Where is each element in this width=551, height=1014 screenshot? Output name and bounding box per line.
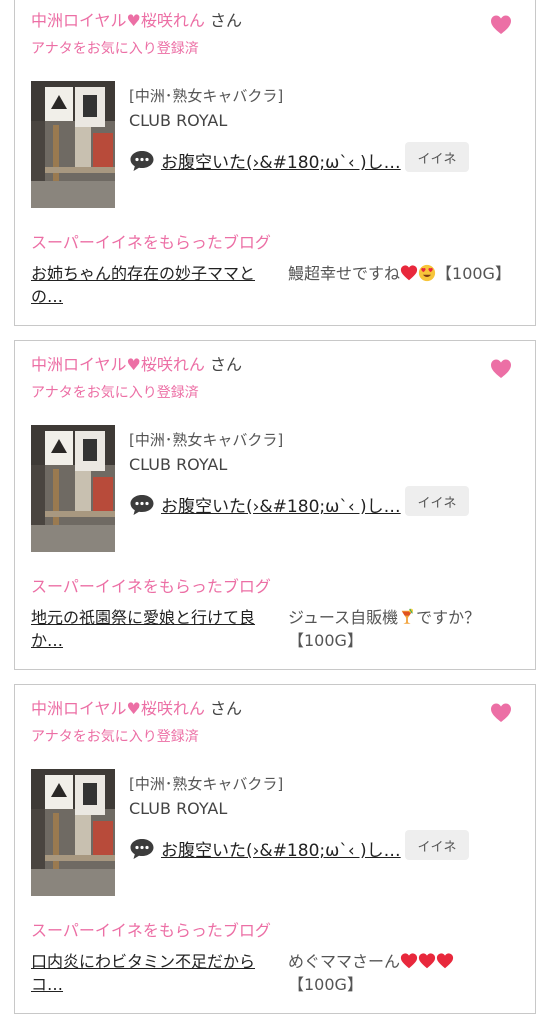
comment-reward: 【100G】 bbox=[436, 264, 511, 283]
shop-name[interactable]: CLUB ROYAL bbox=[129, 455, 227, 474]
notification-card: 中洲ロイヤル♥桜咲れん さん アナタをお気に入り登録済 [中洲･熟女キャバクラ]… bbox=[14, 340, 536, 670]
sender-name[interactable]: 中洲ロイヤル♥桜咲れん bbox=[31, 355, 205, 374]
notification-card: 中洲ロイヤル♥桜咲れん さん アナタをお気に入り登録済 [中洲･熟女キャバクラ]… bbox=[14, 0, 536, 326]
tropical-drink-emoji bbox=[398, 608, 416, 627]
iine-button[interactable]: イイネ bbox=[405, 486, 469, 516]
sender-suffix: さん bbox=[209, 11, 242, 30]
heart-icon[interactable] bbox=[489, 701, 513, 725]
heart-icon[interactable] bbox=[489, 13, 513, 37]
sender: 中洲ロイヤル♥桜咲れん さん bbox=[31, 351, 242, 375]
sender: 中洲ロイヤル♥桜咲れん さん bbox=[31, 7, 242, 31]
shop-category: [中洲･熟女キャバクラ] bbox=[129, 87, 284, 105]
shop-thumbnail[interactable] bbox=[31, 425, 115, 552]
speech-bubble-icon bbox=[129, 838, 155, 860]
shop-name[interactable]: CLUB ROYAL bbox=[129, 111, 227, 130]
comment-text: めぐママさーん bbox=[288, 952, 401, 971]
super-iine-label: スーパーイイネをもらったブログ bbox=[31, 577, 271, 596]
heart-emoji bbox=[400, 952, 418, 971]
heart-emoji bbox=[400, 264, 418, 283]
favorite-status: アナタをお気に入り登録済 bbox=[31, 385, 199, 401]
super-iine-label: スーパーイイネをもらったブログ bbox=[31, 921, 271, 940]
favorite-status: アナタをお気に入り登録済 bbox=[31, 729, 199, 745]
heart-emoji bbox=[436, 952, 454, 971]
super-iine-comment: ジュース自販機 ですか？【100G】 bbox=[288, 606, 524, 652]
iine-button[interactable]: イイネ bbox=[405, 142, 469, 172]
super-iine-comment: 鰻超幸せですね 【100G】 bbox=[288, 262, 524, 285]
sender-name[interactable]: 中洲ロイヤル♥桜咲れん bbox=[31, 699, 205, 718]
speech-bubble-icon bbox=[129, 150, 155, 172]
heart-emoji bbox=[418, 952, 436, 971]
comment-reward: 【100G】 bbox=[288, 975, 363, 994]
iine-button[interactable]: イイネ bbox=[405, 830, 469, 860]
heart-eyes-emoji bbox=[418, 264, 436, 283]
sender-suffix: さん bbox=[209, 699, 242, 718]
sender-suffix: さん bbox=[209, 355, 242, 374]
blog-link[interactable]: お腹空いた(›&#180;ω`‹ )し… bbox=[161, 836, 401, 861]
sender: 中洲ロイヤル♥桜咲れん さん bbox=[31, 695, 242, 719]
blog-link[interactable]: お腹空いた(›&#180;ω`‹ )し… bbox=[161, 492, 401, 517]
favorite-status: アナタをお気に入り登録済 bbox=[31, 41, 199, 57]
blog-link[interactable]: お腹空いた(›&#180;ω`‹ )し… bbox=[161, 148, 401, 173]
shop-name[interactable]: CLUB ROYAL bbox=[129, 799, 227, 818]
heart-icon[interactable] bbox=[489, 357, 513, 381]
notification-card: 中洲ロイヤル♥桜咲れん さん アナタをお気に入り登録済 [中洲･熟女キャバクラ]… bbox=[14, 684, 536, 1014]
comment-text: ジュース自販機 bbox=[288, 608, 399, 627]
shop-thumbnail[interactable] bbox=[31, 81, 115, 208]
super-iine-label: スーパーイイネをもらったブログ bbox=[31, 233, 271, 252]
sender-name[interactable]: 中洲ロイヤル♥桜咲れん bbox=[31, 11, 205, 30]
super-iine-blog-link[interactable]: お姉ちゃん的存在の妙子ママとの… bbox=[31, 262, 273, 308]
shop-thumbnail[interactable] bbox=[31, 769, 115, 896]
super-iine-comment: めぐママさーん【100G】 bbox=[288, 950, 524, 996]
super-iine-blog-link[interactable]: 地元の祇園祭に愛娘と行けて良か… bbox=[31, 606, 273, 652]
speech-bubble-icon bbox=[129, 494, 155, 516]
super-iine-blog-link[interactable]: 口内炎にわビタミン不足だからコ… bbox=[31, 950, 273, 996]
shop-category: [中洲･熟女キャバクラ] bbox=[129, 431, 284, 449]
shop-category: [中洲･熟女キャバクラ] bbox=[129, 775, 284, 793]
comment-text: 鰻超幸せですね bbox=[288, 264, 401, 283]
